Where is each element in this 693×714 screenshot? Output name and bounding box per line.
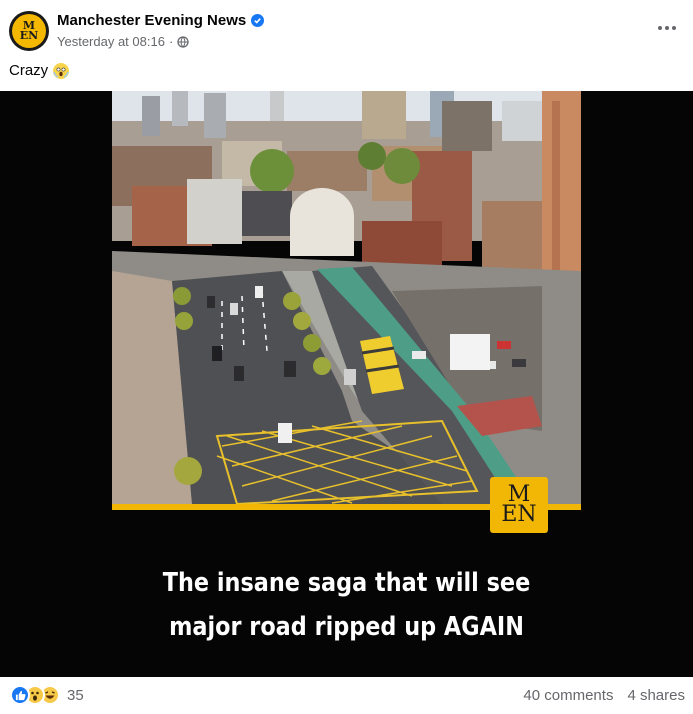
page-avatar[interactable]: M EN: [9, 11, 49, 51]
post-header: M EN Manchester Evening News Yesterday at…: [0, 0, 693, 60]
media-headline: The insane saga that will see major road…: [145, 561, 548, 649]
verified-badge-icon: [251, 14, 265, 27]
page-name-link[interactable]: Manchester Evening News: [57, 12, 265, 29]
headline-line-1: The insane saga that will see: [162, 568, 531, 598]
reactions-summary[interactable]: 35: [10, 685, 84, 705]
engagement-stats: 40 comments 4 shares: [523, 687, 685, 704]
meta-separator: ·: [168, 34, 174, 49]
headline-line-2: major road ripped up AGAIN: [169, 612, 524, 642]
like-reaction-icon: [10, 685, 30, 705]
shares-link[interactable]: 4 shares: [627, 687, 685, 704]
post-meta: Yesterday at 08:16 ·: [57, 34, 189, 49]
more-dot-icon: [658, 26, 662, 30]
reaction-count: 35: [67, 686, 84, 704]
logo-letters-en: EN: [501, 502, 537, 527]
avatar-logo: M EN: [12, 14, 46, 48]
globe-icon[interactable]: [177, 35, 189, 48]
more-options-button[interactable]: [655, 18, 679, 38]
scream-emoji-icon: [53, 62, 70, 79]
page-name[interactable]: Manchester Evening News: [57, 12, 246, 29]
more-dot-icon: [672, 26, 676, 30]
more-dot-icon: [665, 26, 669, 30]
post-timestamp[interactable]: Yesterday at 08:16: [57, 34, 165, 49]
caption-text: Crazy: [9, 62, 49, 79]
men-logo: M EN: [490, 477, 548, 533]
post-media[interactable]: M EN The insane saga that will see major…: [0, 91, 693, 677]
post-footer: 35 40 comments 4 shares: [0, 677, 693, 714]
street-aerial-photo[interactable]: [112, 91, 581, 504]
comments-link[interactable]: 40 comments: [523, 687, 613, 704]
post-caption: Crazy: [9, 62, 70, 79]
